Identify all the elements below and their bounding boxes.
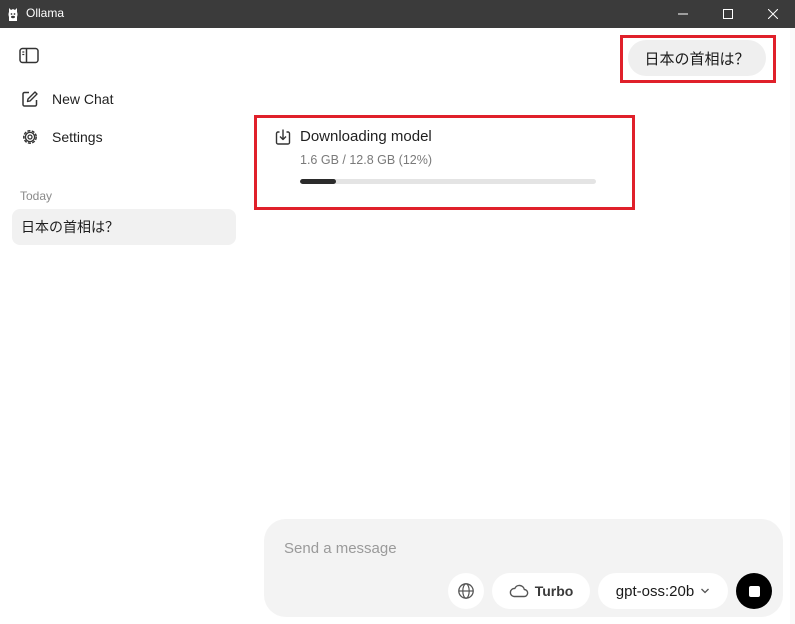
- model-label: gpt-oss:20b: [615, 582, 695, 600]
- sidebar: New Chat Settings Today 日本の首相は？: [0, 28, 248, 624]
- minimize-icon: [678, 13, 688, 15]
- download-icon: [275, 129, 291, 145]
- scrollbar[interactable]: [790, 28, 795, 624]
- message-input[interactable]: [284, 537, 754, 559]
- title-bar: Ollama: [0, 0, 795, 28]
- maximize-button[interactable]: [705, 0, 751, 28]
- download-title: Downloading model: [300, 128, 432, 145]
- model-selector[interactable]: gpt-oss:20b: [598, 573, 728, 609]
- chevron-down-icon: [701, 588, 710, 594]
- web-search-button[interactable]: [448, 573, 484, 609]
- chat-history-item[interactable]: 日本の首相は？: [12, 209, 236, 245]
- settings-button[interactable]: Settings: [20, 125, 103, 149]
- new-chat-button[interactable]: New Chat: [20, 87, 113, 111]
- close-icon: [768, 9, 778, 19]
- gear-icon: [20, 127, 40, 147]
- turbo-button[interactable]: Turbo: [492, 573, 590, 609]
- section-label-today: Today: [20, 189, 53, 203]
- download-progress-bar: [300, 179, 596, 184]
- maximize-icon: [723, 9, 733, 19]
- download-progress-fill: [300, 179, 336, 184]
- settings-label: Settings: [52, 129, 103, 145]
- stop-button[interactable]: [736, 573, 772, 609]
- cloud-icon: [509, 584, 529, 598]
- minimize-button[interactable]: [660, 0, 706, 28]
- ollama-llama-icon: [8, 8, 18, 21]
- close-button[interactable]: [750, 0, 795, 28]
- globe-icon: [458, 583, 474, 599]
- message-composer: Turbo gpt-oss:20b: [264, 519, 783, 617]
- stop-icon: [748, 585, 760, 597]
- chat-history-item-label: 日本の首相は？: [21, 220, 119, 236]
- window-title: Ollama: [26, 6, 65, 20]
- turbo-label: Turbo: [534, 583, 574, 599]
- user-message-bubble: 日本の首相は？: [628, 40, 766, 76]
- compose-icon: [20, 89, 40, 109]
- new-chat-label: New Chat: [52, 91, 114, 107]
- sidebar-toggle-icon[interactable]: [19, 47, 41, 65]
- download-status-text: 1.6 GB / 12.8 GB (12%): [300, 153, 433, 167]
- user-message-text: 日本の首相は？: [644, 49, 750, 68]
